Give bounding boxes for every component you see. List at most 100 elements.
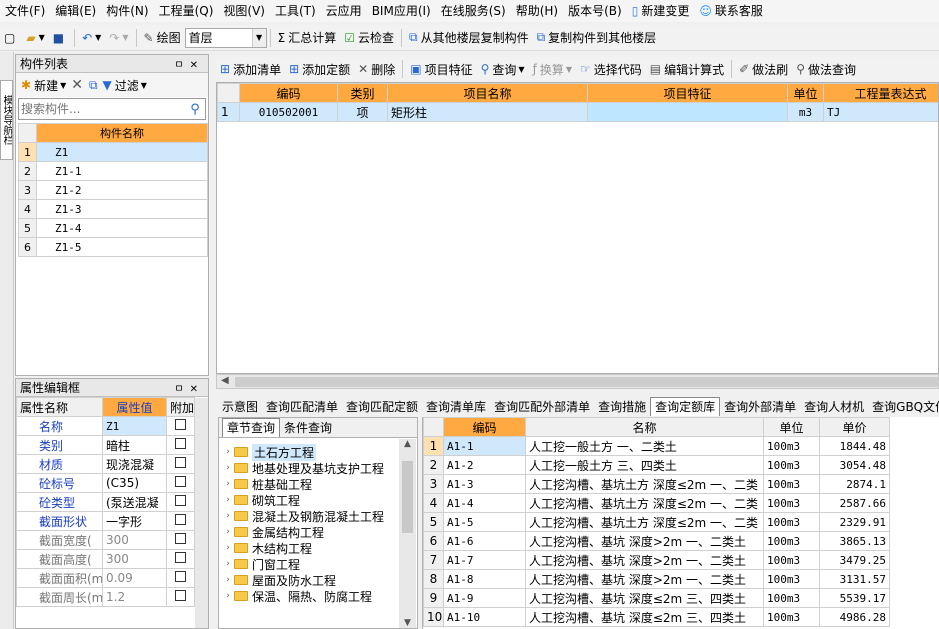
menu-contact-service[interactable]: ☺ 联系客服: [694, 0, 768, 22]
table-row[interactable]: 10 A1-10 人工挖沟槽、基坑 深度≤2m 三、四类土 100m3 4986.28: [423, 607, 890, 627]
property-row[interactable]: 砼类型 (泵送混凝: [16, 492, 195, 512]
tree-item[interactable]: › 土石方工程: [222, 443, 396, 461]
chevron-right-icon[interactable]: ›: [222, 575, 234, 585]
tree-item[interactable]: › 混凝土及钢筋混凝土工程: [222, 508, 396, 524]
pin-icon[interactable]: ㅁ: [174, 60, 189, 71]
attach-checkbox[interactable]: [175, 476, 186, 487]
draw-button[interactable]: ✎ 绘图: [140, 27, 185, 49]
filter-button[interactable]: ▼ 过滤 ▼: [101, 74, 149, 96]
menu-tools[interactable]: 工具(T): [270, 0, 321, 22]
tree-item[interactable]: › 屋面及防水工程: [222, 572, 396, 588]
select-code-button[interactable]: ☞ 选择代码: [576, 58, 646, 80]
undo-button[interactable]: ↶ ▼: [78, 27, 105, 49]
chevron-right-icon[interactable]: ›: [222, 527, 234, 537]
chevron-up-icon[interactable]: ▲: [399, 439, 416, 449]
property-row[interactable]: 截面形状 一字形: [16, 511, 195, 531]
table-row[interactable]: 6 Z1-5: [18, 237, 208, 257]
table-row[interactable]: 4 A1-4 人工挖沟槽、基坑土方 深度≤2m 一、二类 100m3 2587.66: [423, 493, 890, 513]
menu-version[interactable]: 版本号(B): [563, 0, 627, 22]
property-row[interactable]: 砼标号 (C35): [16, 473, 195, 493]
method-query-button[interactable]: ⚲ 做法查询: [792, 58, 860, 80]
table-row[interactable]: 2 Z1-1: [18, 161, 208, 181]
tab-gbq-file[interactable]: 查询GBQ文件: [868, 398, 939, 416]
menu-file[interactable]: 文件(F): [0, 0, 50, 22]
property-row[interactable]: 类别 暗柱: [16, 435, 195, 455]
query-button[interactable]: ⚲ 查询 ▼: [477, 58, 529, 80]
tree-item[interactable]: › 桩基础工程: [222, 476, 396, 492]
edit-formula-button[interactable]: ▤ 编辑计算式: [646, 58, 728, 80]
table-row[interactable]: 5 A1-5 人工挖沟槽、基坑土方 深度≤2m 一、二类 100m3 2329.91: [423, 512, 890, 532]
tree-item[interactable]: › 金属结构工程: [222, 524, 396, 540]
pin-icon[interactable]: ㅁ: [174, 384, 189, 395]
table-row[interactable]: 3 A1-3 人工挖沟槽、基坑土方 深度≤2m 一、二类 100m3 2874.1: [423, 474, 890, 494]
menu-online[interactable]: 在线服务(S): [436, 0, 511, 22]
chevron-left-icon[interactable]: ◀: [221, 375, 229, 386]
tab-labor-material[interactable]: 查询人材机: [800, 398, 868, 416]
property-row[interactable]: 截面周长(m 1.2: [16, 587, 195, 607]
cloud-check-button[interactable]: ☑ 云检查: [340, 27, 398, 49]
table-row[interactable]: 1 010502001 项 矩形柱 m3 TJ: [217, 102, 938, 122]
floor-select[interactable]: 首层 ▼: [184, 27, 267, 48]
menu-view[interactable]: 视图(V): [218, 0, 270, 22]
open-file-button[interactable]: ▰ ▼: [22, 27, 48, 49]
menu-cloud[interactable]: 云应用: [321, 0, 367, 22]
add-list-button[interactable]: ⊞ 添加清单: [216, 58, 285, 80]
tree-item[interactable]: › 保温、隔热、防腐工程: [222, 588, 396, 604]
table-row[interactable]: 1 Z1: [18, 142, 208, 162]
attach-checkbox[interactable]: [175, 419, 186, 430]
property-scrollbar[interactable]: [195, 398, 208, 628]
chevron-right-icon[interactable]: ›: [222, 591, 234, 601]
table-row[interactable]: 4 Z1-3: [18, 199, 208, 219]
table-row[interactable]: 2 A1-2 人工挖一般土方 三、四类土 100m3 3054.48: [423, 455, 890, 475]
tab-diagram[interactable]: 示意图: [218, 398, 262, 416]
menu-new-change[interactable]: ▯ 新建变更: [627, 0, 695, 22]
attach-checkbox[interactable]: [175, 438, 186, 449]
property-row[interactable]: 截面高度(300: [16, 549, 195, 569]
tab-quota-library[interactable]: 查询定额库: [650, 397, 721, 416]
tree-scrollbar[interactable]: ▲ ▼: [399, 439, 416, 628]
tab-condition-query[interactable]: 条件查询: [280, 419, 336, 437]
attach-checkbox[interactable]: [175, 533, 186, 544]
method-brush-button[interactable]: ✐ 做法刷: [735, 58, 792, 80]
tree-item[interactable]: › 砌筑工程: [222, 492, 396, 508]
sum-calc-button[interactable]: Σ 汇总计算: [274, 27, 341, 49]
table-row[interactable]: 8 A1-8 人工挖沟槽、基坑 深度>2m 一、二类土 100m3 3131.57: [423, 569, 890, 589]
tree-item[interactable]: › 木结构工程: [222, 540, 396, 556]
close-icon[interactable]: ✕: [190, 60, 204, 71]
attach-checkbox[interactable]: [175, 571, 186, 582]
menu-bim[interactable]: BIM应用(I): [367, 0, 436, 22]
table-row[interactable]: 7 A1-7 人工挖沟槽、基坑 深度>2m 一、二类土 100m3 3479.25: [423, 550, 890, 570]
scroll-thumb[interactable]: [235, 377, 939, 387]
tab-measures[interactable]: 查询措施: [594, 398, 650, 416]
delete-component-button[interactable]: ✕: [68, 74, 86, 96]
chevron-down-icon[interactable]: ▼: [399, 618, 416, 628]
attach-checkbox[interactable]: [175, 514, 186, 525]
property-row[interactable]: 名称 Z1: [16, 416, 195, 436]
new-file-button[interactable]: ▢: [0, 27, 22, 49]
property-row[interactable]: 截面宽度(300: [16, 530, 195, 550]
table-row[interactable]: 5 Z1-4: [18, 218, 208, 238]
new-component-button[interactable]: ✱ 新建 ▼: [19, 74, 68, 96]
tree-item[interactable]: › 门窗工程: [222, 556, 396, 572]
tab-external-list[interactable]: 查询外部清单: [720, 398, 800, 416]
copy-component-button[interactable]: ⧉: [86, 74, 101, 96]
chevron-right-icon[interactable]: ›: [222, 559, 234, 569]
copy-from-floor-button[interactable]: ⧉ 从其他楼层复制构件: [405, 27, 533, 49]
menu-help[interactable]: 帮助(H): [511, 0, 563, 22]
menu-component[interactable]: 构件(N): [101, 0, 153, 22]
tab-match-list[interactable]: 查询匹配清单: [262, 398, 342, 416]
chevron-right-icon[interactable]: ›: [222, 543, 234, 553]
table-row[interactable]: 1 A1-1 人工挖一般土方 一、二类土 100m3 1844.48: [423, 436, 890, 456]
property-row[interactable]: 截面面积(m 0.09: [16, 568, 195, 588]
table-row[interactable]: 9 A1-9 人工挖沟槽、基坑 深度≤2m 三、四类土 100m3 5539.17: [423, 588, 890, 608]
scroll-thumb[interactable]: [402, 461, 413, 533]
chevron-right-icon[interactable]: ›: [222, 495, 234, 505]
attach-checkbox[interactable]: [175, 590, 186, 601]
save-button[interactable]: ■: [49, 27, 71, 49]
item-feature-button[interactable]: ▣ 项目特征: [406, 58, 476, 80]
tab-match-quota[interactable]: 查询匹配定额: [342, 398, 422, 416]
module-nav-tab[interactable]: 模块导航栏: [0, 80, 13, 160]
tab-match-external-list[interactable]: 查询匹配外部清单: [490, 398, 594, 416]
attach-checkbox[interactable]: [175, 552, 186, 563]
tab-chapter-query[interactable]: 章节查询: [222, 418, 281, 437]
